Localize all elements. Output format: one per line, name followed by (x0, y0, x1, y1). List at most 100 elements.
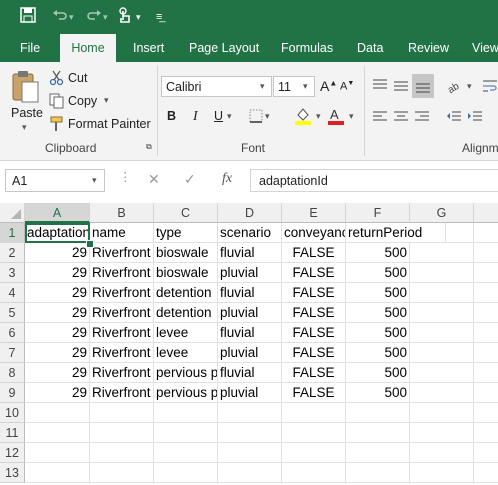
copy-dropdown-icon[interactable]: ▾ (104, 95, 109, 106)
data-cell[interactable]: 29 (25, 363, 90, 383)
tab-view[interactable]: View (472, 34, 498, 62)
enter-icon[interactable]: ✓ (184, 171, 196, 188)
data-cell[interactable]: pluvial (218, 303, 282, 323)
data-cell[interactable]: Riverfront (90, 263, 154, 283)
cell-a1[interactable]: adaptationId (25, 223, 90, 243)
data-cell[interactable]: detention (154, 283, 218, 303)
cell[interactable] (282, 403, 346, 423)
cell[interactable] (410, 283, 474, 303)
cell[interactable] (410, 383, 474, 403)
cell[interactable] (474, 223, 498, 243)
cell[interactable] (25, 423, 90, 443)
cell[interactable] (90, 463, 154, 483)
cell[interactable] (410, 423, 474, 443)
data-cell[interactable]: Riverfront (90, 363, 154, 383)
cut-icon[interactable] (49, 70, 65, 89)
formula-input[interactable]: adaptationId (250, 169, 498, 192)
cell[interactable] (474, 383, 498, 403)
data-cell[interactable]: pluvial (218, 343, 282, 363)
align-top-icon[interactable] (372, 78, 388, 97)
row-header[interactable]: 8 (0, 363, 25, 383)
save-icon[interactable] (20, 7, 36, 29)
font-color-icon[interactable]: A (327, 106, 345, 129)
column-header-e[interactable]: E (282, 203, 346, 223)
data-cell[interactable]: pluvial (218, 383, 282, 403)
cell[interactable] (474, 463, 498, 483)
cell[interactable] (25, 463, 90, 483)
header-cell[interactable]: type (154, 223, 218, 243)
cell[interactable] (410, 443, 474, 463)
column-header-h[interactable] (474, 203, 498, 223)
data-cell[interactable]: FALSE (282, 383, 346, 403)
select-all-corner[interactable] (0, 203, 25, 223)
cell[interactable] (410, 263, 474, 283)
data-cell[interactable]: Riverfront (90, 323, 154, 343)
cell[interactable] (410, 323, 474, 343)
align-bottom-button[interactable] (412, 74, 434, 98)
column-header-b[interactable]: B (90, 203, 154, 223)
data-cell[interactable]: 29 (25, 283, 90, 303)
undo-icon[interactable] (52, 7, 68, 29)
data-cell[interactable]: FALSE (282, 283, 346, 303)
data-cell[interactable]: Riverfront (90, 343, 154, 363)
cell[interactable] (474, 263, 498, 283)
font-name-select[interactable]: Calibri ▾ (161, 76, 272, 97)
tab-data[interactable]: Data (357, 34, 383, 62)
cell[interactable] (410, 303, 474, 323)
borders-dropdown-icon[interactable]: ▾ (265, 111, 270, 122)
cell[interactable] (282, 423, 346, 443)
data-cell[interactable]: 29 (25, 263, 90, 283)
redo-dropdown-icon[interactable]: ▾ (103, 7, 108, 27)
underline-dropdown-icon[interactable]: ▾ (227, 111, 232, 122)
cell[interactable] (154, 463, 218, 483)
row-header[interactable]: 10 (0, 403, 25, 423)
grow-font-icon[interactable]: A▲ (320, 78, 337, 94)
data-cell[interactable]: FALSE (282, 303, 346, 323)
data-cell[interactable]: 29 (25, 383, 90, 403)
data-cell[interactable]: 29 (25, 303, 90, 323)
align-right-icon[interactable] (414, 110, 430, 127)
format-painter-button[interactable]: Format Painter (68, 117, 151, 131)
row-header[interactable]: 11 (0, 423, 25, 443)
shrink-font-icon[interactable]: A▼ (340, 80, 354, 93)
data-cell[interactable]: 500 (346, 343, 410, 363)
tab-home[interactable]: Home (60, 34, 116, 62)
header-cell[interactable]: scenario (218, 223, 282, 243)
cell[interactable] (154, 443, 218, 463)
fill-color-icon[interactable] (294, 106, 312, 129)
data-cell[interactable]: 500 (346, 383, 410, 403)
data-cell[interactable]: FALSE (282, 323, 346, 343)
cell[interactable] (410, 363, 474, 383)
column-header-c[interactable]: C (154, 203, 218, 223)
row-header[interactable]: 6 (0, 323, 25, 343)
cell[interactable] (218, 463, 282, 483)
cell[interactable] (410, 463, 474, 483)
cell[interactable] (410, 243, 474, 263)
cell[interactable] (474, 443, 498, 463)
cut-button[interactable]: Cut (68, 71, 87, 85)
row-header[interactable]: 4 (0, 283, 25, 303)
row-header[interactable]: 13 (0, 463, 25, 483)
paste-dropdown-icon[interactable]: ▾ (22, 122, 27, 133)
cell[interactable] (90, 443, 154, 463)
column-header-d[interactable]: D (218, 203, 282, 223)
touch-dropdown-icon[interactable]: ▾ (136, 7, 141, 27)
customize-icon[interactable]: ≡̲ (156, 7, 162, 27)
data-cell[interactable]: pluvial (218, 263, 282, 283)
copy-button[interactable]: Copy (68, 94, 97, 108)
decrease-indent-icon[interactable] (446, 110, 462, 127)
underline-button[interactable]: U (214, 109, 223, 123)
data-cell[interactable]: FALSE (282, 263, 346, 283)
font-color-dropdown-icon[interactable]: ▾ (349, 111, 354, 122)
cell[interactable] (154, 403, 218, 423)
bold-button[interactable]: B (167, 109, 176, 123)
column-header-g[interactable]: G (410, 203, 474, 223)
data-cell[interactable]: Riverfront (90, 383, 154, 403)
cell[interactable] (346, 443, 410, 463)
data-cell[interactable]: fluvial (218, 363, 282, 383)
header-cell[interactable]: conveyance (282, 223, 346, 243)
tab-insert[interactable]: Insert (133, 34, 164, 62)
tab-review[interactable]: Review (408, 34, 449, 62)
paste-icon[interactable] (10, 70, 40, 107)
data-cell[interactable]: 500 (346, 363, 410, 383)
